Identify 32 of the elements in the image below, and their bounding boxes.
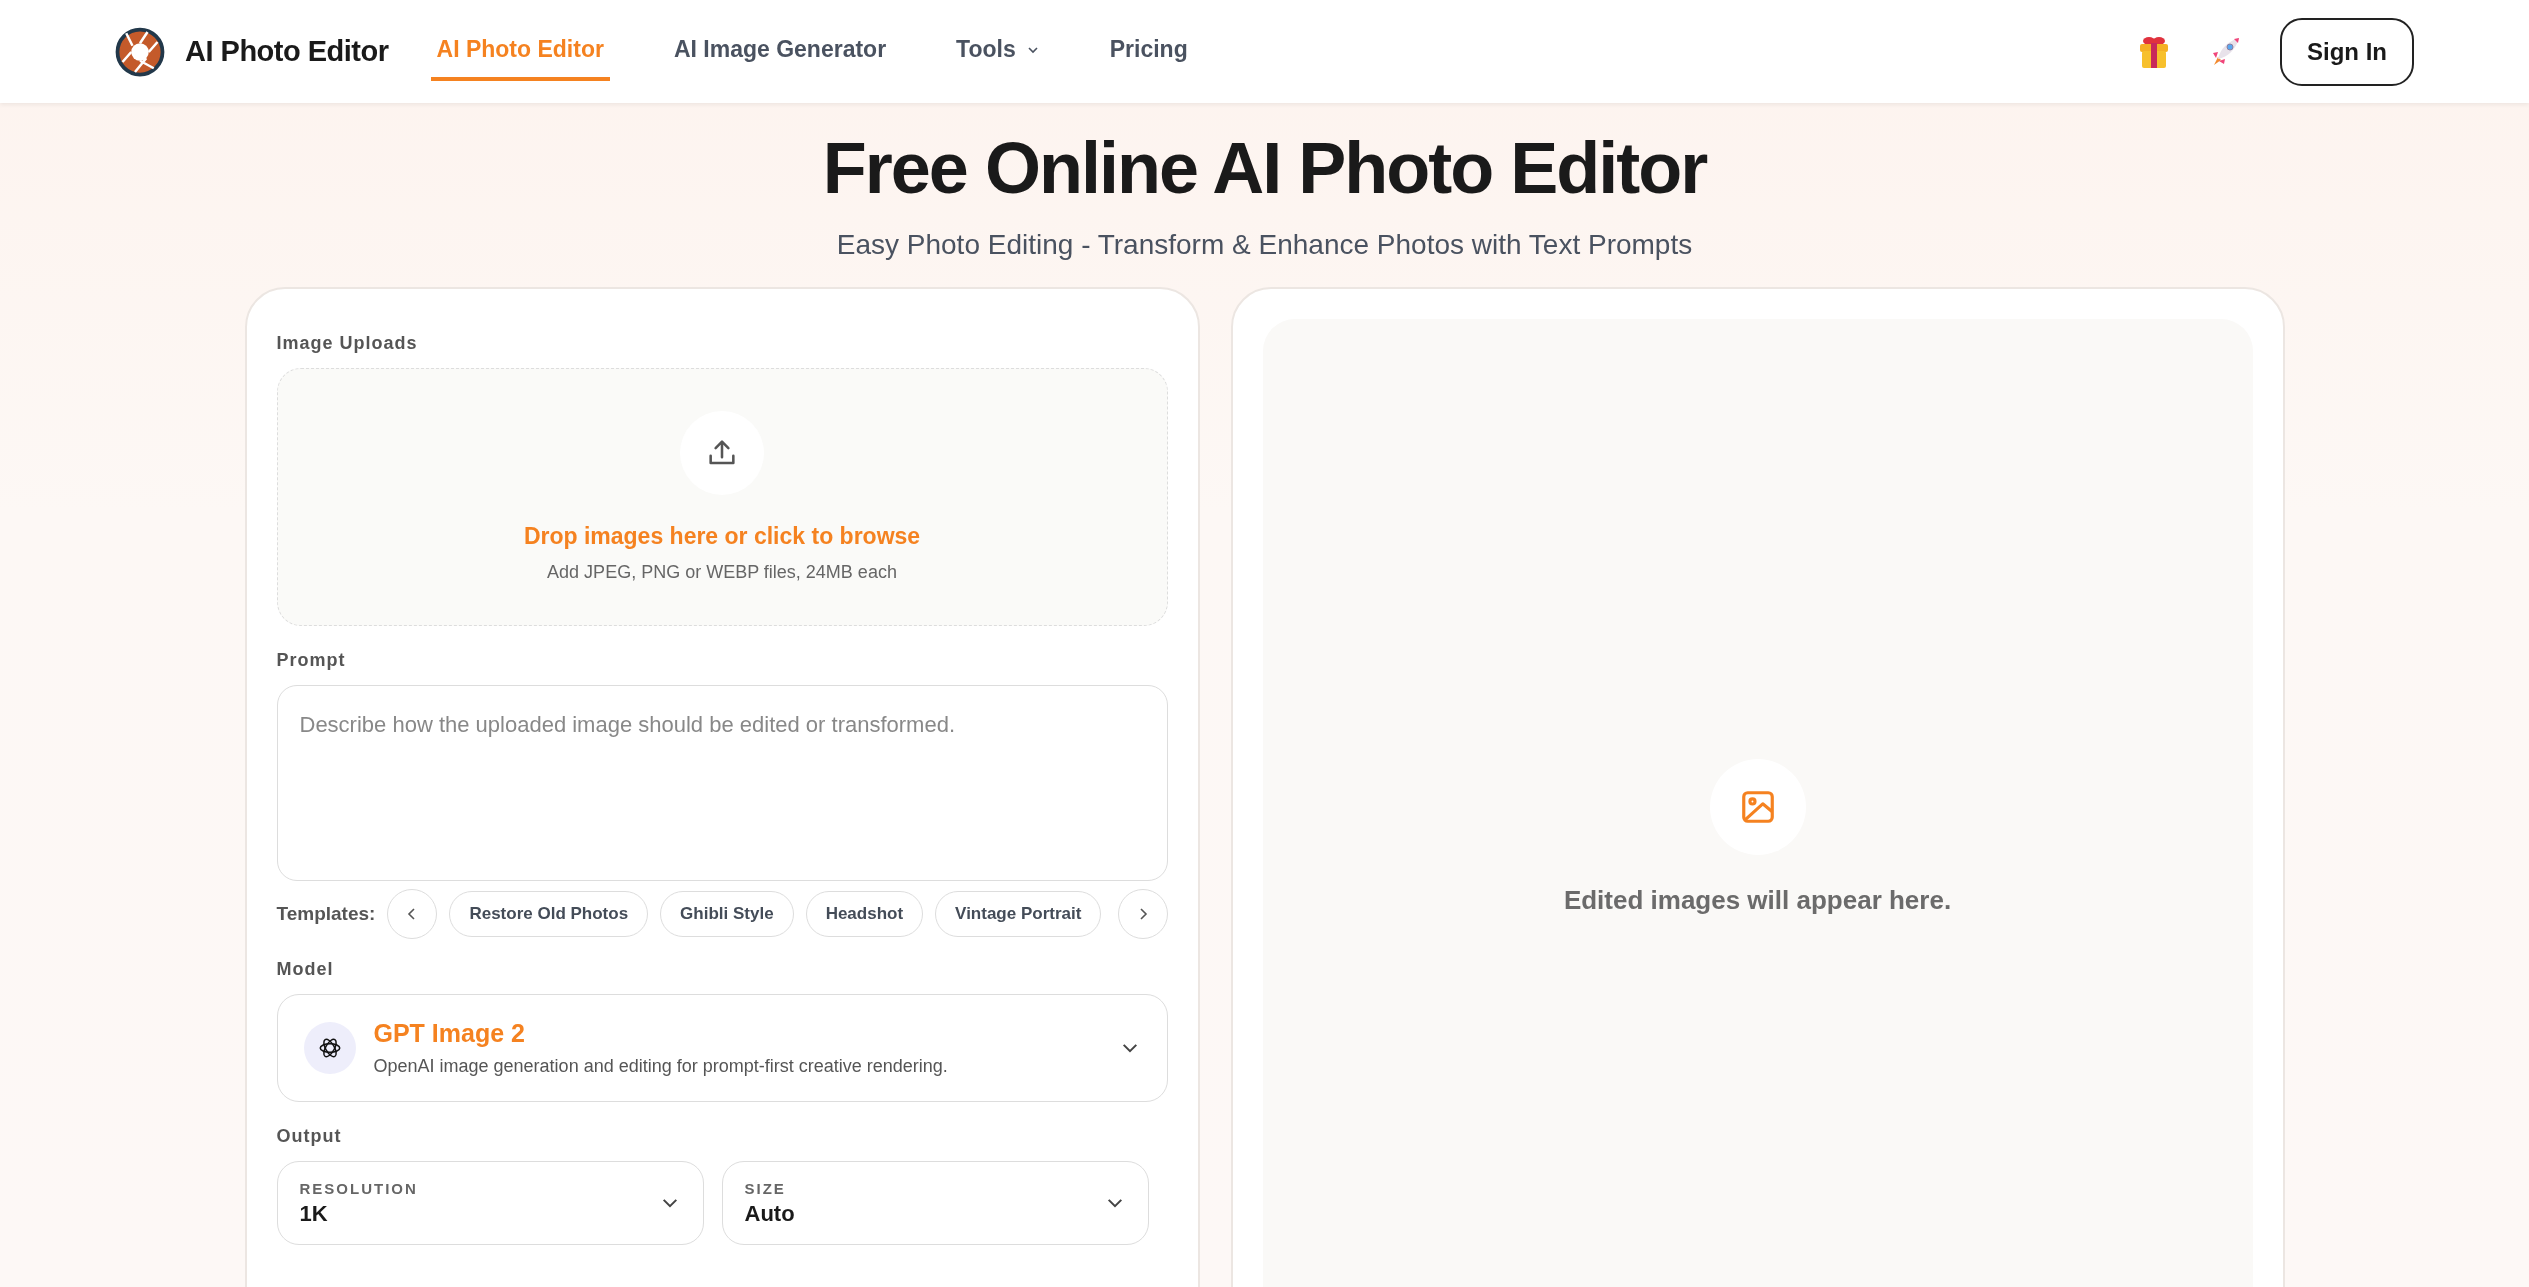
select-value: 1K — [299, 1200, 329, 1227]
template-chip[interactable]: Vintage Portrait — [935, 891, 1102, 937]
model-select[interactable]: GPT Image 2 OpenAI image generation and editing for prompt-first creative rendering. — [276, 994, 1168, 1102]
sign-in-button[interactable]: Sign In — [2280, 17, 2414, 86]
nav-link[interactable]: Pricing — [1103, 22, 1194, 81]
output-select[interactable]: SIZE Auto — [721, 1161, 1149, 1245]
model-description: OpenAI image generation and editing for prompt-first creative rendering. — [373, 1056, 949, 1077]
upload-dropzone[interactable]: Drop images here or click to browse Add JPEG, PNG or WEBP files, 24MB each — [276, 368, 1168, 626]
section-label: Prompt — [276, 650, 347, 671]
select-label: RESOLUTION — [299, 1179, 418, 1197]
upload-prompt: Drop images here or click to browse — [523, 523, 921, 550]
page-title: Free Online AI Photo Editor — [821, 127, 1708, 209]
template-chip[interactable]: Restore Old Photos — [449, 891, 649, 937]
prompt-input-field[interactable]: Describe how the uploaded image should be edited or transformed. — [276, 685, 1168, 881]
nav-link[interactable]: Tools — [950, 22, 1046, 81]
template-chip[interactable]: Ghibli Style — [660, 891, 794, 937]
model-name: GPT Image 2 — [373, 1019, 526, 1048]
templates-label: Templates: — [276, 903, 376, 925]
template-chip[interactable]: Headshot — [805, 891, 924, 937]
nav-link[interactable]: AI Image Generator — [667, 22, 893, 81]
select-label: SIZE — [744, 1179, 787, 1197]
aperture-logo-icon[interactable] — [115, 26, 165, 77]
section-label: Model — [276, 959, 335, 980]
section-label: Output — [276, 1126, 343, 1147]
upload-hint: Add JPEG, PNG or WEBP files, 24MB each — [547, 562, 897, 583]
page-subtitle: Easy Photo Editing - Transform & Enhance Photos with Text Prompts — [835, 229, 1694, 261]
section-label: Image Uploads — [276, 333, 419, 354]
output-select[interactable]: RESOLUTION 1K — [276, 1161, 704, 1245]
select-value: Auto — [744, 1200, 795, 1227]
brand-name[interactable]: AI Photo Editor — [185, 35, 389, 68]
gift-icon[interactable] — [2138, 34, 2170, 69]
empty-preview-text: Edited images will appear here. — [1563, 884, 1952, 916]
